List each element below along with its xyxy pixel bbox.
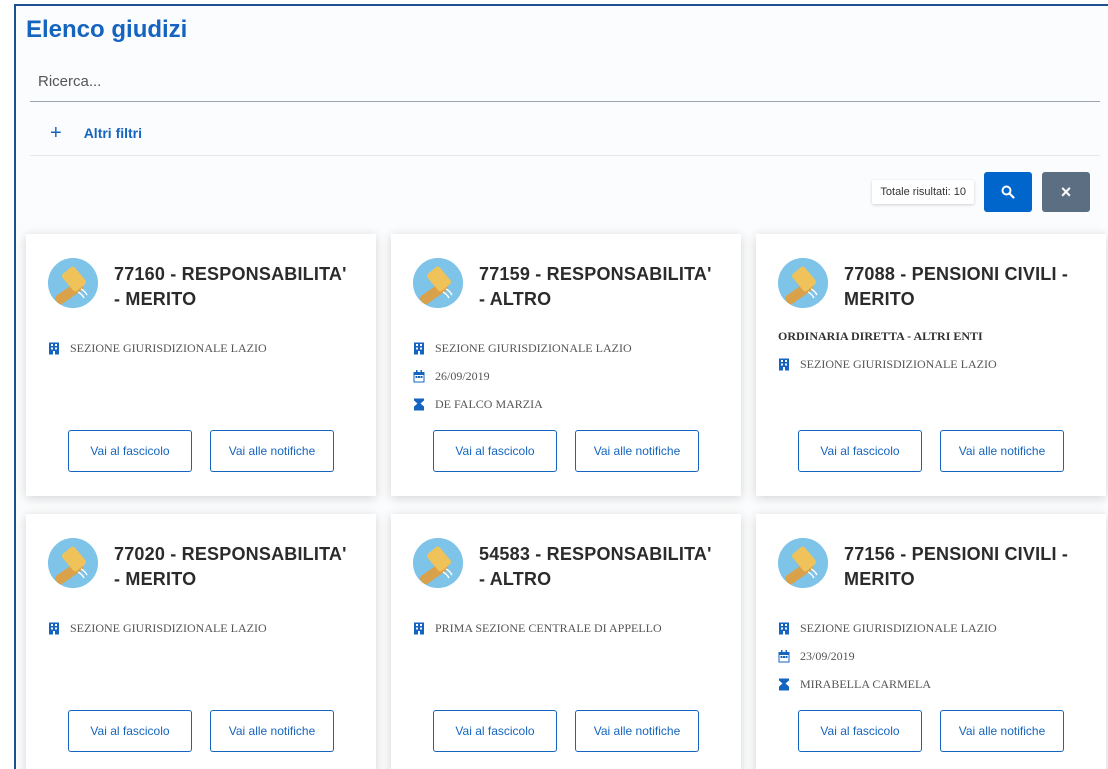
card-section: SEZIONE GIURISDIZIONALE LAZIO (778, 614, 1084, 642)
card-title[interactable]: 77020 - RESPONSABILITA' - MERITO (114, 538, 354, 592)
card-info: SEZIONE GIURISDIZIONALE LAZIO (48, 334, 354, 362)
open-dossier-button[interactable]: Vai al fascicolo (798, 430, 922, 472)
result-card: 77020 - RESPONSABILITA' - MERITO SEZIONE… (26, 514, 376, 769)
card-title[interactable]: 77156 - PENSIONI CIVILI - MERITO (844, 538, 1084, 592)
card-header: 77088 - PENSIONI CIVILI - MERITO (778, 258, 1084, 312)
open-dossier-button[interactable]: Vai al fascicolo (798, 710, 922, 752)
card-info: SEZIONE GIURISDIZIONALE LAZIO (48, 614, 354, 642)
card-actions: Vai al fascicolo Vai alle notifiche (756, 430, 1106, 472)
card-actions: Vai al fascicolo Vai alle notifiche (391, 710, 741, 752)
search-button[interactable] (984, 172, 1032, 212)
plus-icon: + (50, 121, 62, 144)
card-section: SEZIONE GIURISDIZIONALE LAZIO (778, 350, 1084, 378)
card-section: SEZIONE GIURISDIZIONALE LAZIO (413, 334, 719, 362)
open-dossier-button[interactable]: Vai al fascicolo (433, 430, 557, 472)
card-info: SEZIONE GIURISDIZIONALE LAZIO 23/09/2019 M… (778, 614, 1084, 698)
building-icon (48, 341, 62, 355)
card-info: PRIMA SEZIONE CENTRALE DI APPELLO (413, 614, 719, 642)
close-icon: × (1060, 181, 1072, 202)
building-icon (778, 357, 792, 371)
card-info: ORDINARIA DIRETTA - ALTRI ENTI SEZIONE GI… (778, 322, 1084, 378)
open-notifications-button[interactable]: Vai alle notifiche (940, 710, 1064, 752)
card-title[interactable]: 77160 - RESPONSABILITA' - MERITO (114, 258, 354, 312)
result-card: 77156 - PENSIONI CIVILI - MERITO SEZIONE… (756, 514, 1106, 769)
card-actions: Vai al fascicolo Vai alle notifiche (26, 430, 376, 472)
more-filters-toggle[interactable]: + Altri filtri (30, 110, 1100, 156)
calendar-icon (413, 369, 427, 383)
result-card: 54583 - RESPONSABILITA' - ALTRO PRIMA SE… (391, 514, 741, 769)
card-person: DE FALCO MARZIA (413, 390, 719, 418)
person-icon (413, 397, 427, 411)
gavel-avatar-icon (778, 258, 828, 308)
open-notifications-button[interactable]: Vai alle notifiche (940, 430, 1064, 472)
card-section: PRIMA SEZIONE CENTRALE DI APPELLO (413, 614, 719, 642)
card-section-text: SEZIONE GIURISDIZIONALE LAZIO (800, 620, 997, 635)
open-dossier-button[interactable]: Vai al fascicolo (68, 710, 192, 752)
gavel-avatar-icon (48, 538, 98, 588)
gavel-avatar-icon (413, 258, 463, 308)
building-icon (413, 621, 427, 635)
card-section-text: SEZIONE GIURISDIZIONALE LAZIO (435, 340, 632, 355)
card-person: MIRABELLA CARMELA (778, 670, 1084, 698)
card-actions: Vai al fascicolo Vai alle notifiche (391, 430, 741, 472)
card-title[interactable]: 77088 - PENSIONI CIVILI - MERITO (844, 258, 1084, 312)
card-info: SEZIONE GIURISDIZIONALE LAZIO 26/09/2019 D… (413, 334, 719, 418)
card-header: 77160 - RESPONSABILITA' - MERITO (48, 258, 354, 312)
card-date-text: 26/09/2019 (435, 368, 490, 383)
search-input[interactable] (30, 62, 1100, 102)
card-section-text: SEZIONE GIURISDIZIONALE LAZIO (70, 340, 267, 355)
card-section-text: SEZIONE GIURISDIZIONALE LAZIO (70, 620, 267, 635)
results-toolbar: Totale risultati: 10 × (872, 172, 1090, 212)
result-card: 77088 - PENSIONI CIVILI - MERITO ORDINAR… (756, 234, 1106, 496)
gavel-avatar-icon (778, 538, 828, 588)
card-subtype: ORDINARIA DIRETTA - ALTRI ENTI (778, 328, 983, 343)
card-title[interactable]: 77159 - RESPONSABILITA' - ALTRO (479, 258, 719, 312)
gavel-avatar-icon (413, 538, 463, 588)
person-icon (778, 677, 792, 691)
card-section-text: PRIMA SEZIONE CENTRALE DI APPELLO (435, 620, 662, 635)
page-title: Elenco giudizi (26, 16, 188, 43)
results-grid: 77160 - RESPONSABILITA' - MERITO SEZIONE… (26, 234, 1106, 769)
more-filters-label: Altri filtri (83, 124, 143, 141)
open-notifications-button[interactable]: Vai alle notifiche (575, 710, 699, 752)
building-icon (413, 341, 427, 355)
calendar-icon (778, 649, 792, 663)
open-notifications-button[interactable]: Vai alle notifiche (210, 430, 334, 472)
total-results-badge: Totale risultati: 10 (872, 180, 974, 204)
card-date-text: 23/09/2019 (800, 648, 855, 663)
card-section-text: SEZIONE GIURISDIZIONALE LAZIO (800, 356, 997, 371)
building-icon (48, 621, 62, 635)
card-date: 26/09/2019 (413, 362, 719, 390)
building-icon (778, 621, 792, 635)
open-notifications-button[interactable]: Vai alle notifiche (575, 430, 699, 472)
gavel-avatar-icon (48, 258, 98, 308)
card-actions: Vai al fascicolo Vai alle notifiche (756, 710, 1106, 752)
card-section: SEZIONE GIURISDIZIONALE LAZIO (48, 614, 354, 642)
result-card: 77160 - RESPONSABILITA' - MERITO SEZIONE… (26, 234, 376, 496)
search-icon (1001, 185, 1015, 199)
card-person-text: DE FALCO MARZIA (435, 396, 543, 411)
card-actions: Vai al fascicolo Vai alle notifiche (26, 710, 376, 752)
card-date: 23/09/2019 (778, 642, 1084, 670)
clear-button[interactable]: × (1042, 172, 1090, 212)
card-section: SEZIONE GIURISDIZIONALE LAZIO (48, 334, 354, 362)
open-dossier-button[interactable]: Vai al fascicolo (68, 430, 192, 472)
result-card: 77159 - RESPONSABILITA' - ALTRO SEZIONE … (391, 234, 741, 496)
card-header: 77020 - RESPONSABILITA' - MERITO (48, 538, 354, 592)
card-header: 54583 - RESPONSABILITA' - ALTRO (413, 538, 719, 592)
card-title[interactable]: 54583 - RESPONSABILITA' - ALTRO (479, 538, 719, 592)
card-header: 77159 - RESPONSABILITA' - ALTRO (413, 258, 719, 312)
card-header: 77156 - PENSIONI CIVILI - MERITO (778, 538, 1084, 592)
card-person-text: MIRABELLA CARMELA (800, 676, 932, 691)
open-notifications-button[interactable]: Vai alle notifiche (210, 710, 334, 752)
open-dossier-button[interactable]: Vai al fascicolo (433, 710, 557, 752)
